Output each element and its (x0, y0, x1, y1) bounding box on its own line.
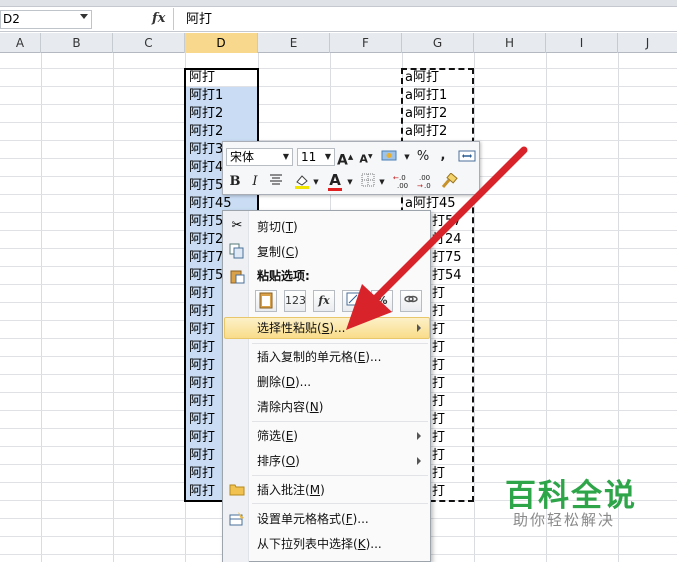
watermark-subtitle: 助你轻松解决 (513, 511, 616, 529)
